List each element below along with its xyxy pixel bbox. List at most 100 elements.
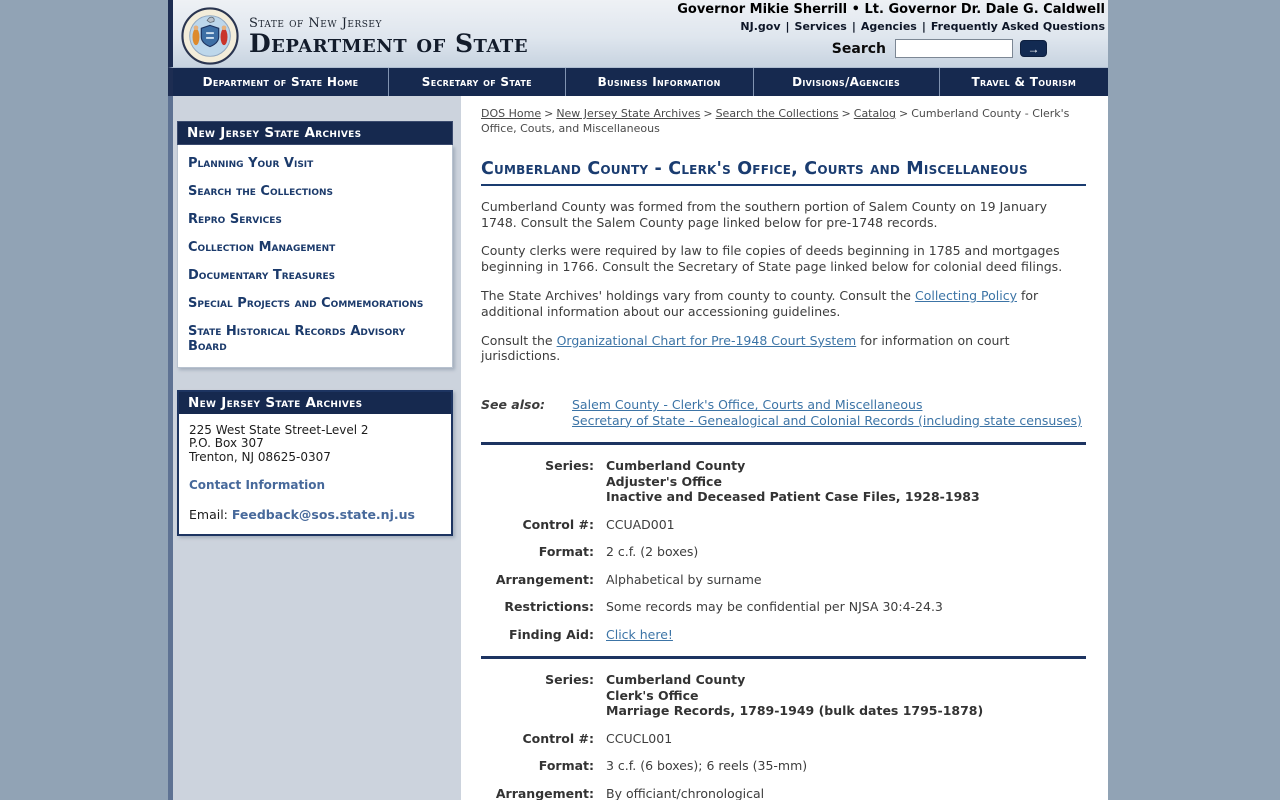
series-title-row: Series: Cumberland County Adjuster's Off…: [481, 458, 1086, 505]
nav-tab-travel-tourism[interactable]: Travel & Tourism: [940, 68, 1108, 96]
series-title-line: Clerk's Office: [606, 687, 699, 703]
sidebar-item-collection-management[interactable]: Collection Management: [188, 240, 442, 256]
field-value: 3 c.f. (6 boxes); 6 reels (35-mm): [606, 758, 808, 774]
series-record-2: Series: Cumberland County Clerk's Office…: [481, 672, 1086, 800]
see-also-secretary-of-state-link[interactable]: Secretary of State - Genealogical and Co…: [572, 413, 1082, 429]
series-title-line: Marriage Records, 1789-1949 (bulk dates …: [606, 703, 984, 719]
breadcrumb-state-archives[interactable]: New Jersey State Archives: [556, 107, 700, 120]
series-label: Series:: [545, 672, 594, 688]
field-label: Restrictions:: [504, 599, 594, 615]
see-also-salem-county-link[interactable]: Salem County - Clerk's Office, Courts an…: [572, 397, 1082, 413]
finding-aid-link[interactable]: Click here!: [606, 627, 673, 642]
field-label: Control #:: [522, 730, 595, 746]
text: The State Archives' holdings vary from c…: [481, 287, 915, 303]
sidebar-item-historical-records-board[interactable]: State Historical Records Advisory Board: [188, 324, 442, 355]
format-row: Format: 2 c.f. (2 boxes): [481, 544, 1086, 560]
sidebar-contact-body: 225 West State Street-Level 2 P.O. Box 3…: [179, 414, 451, 534]
search-go-button[interactable]: →: [1020, 40, 1047, 57]
separator: >: [841, 107, 851, 120]
field-label: Control #:: [522, 516, 595, 532]
field-value: CCUAD001: [606, 516, 675, 532]
field-label: Finding Aid:: [508, 626, 594, 642]
site-header: State of New Jersey Department of State …: [168, 0, 1108, 67]
nj-state-seal-icon: [181, 6, 239, 65]
separator: |: [851, 20, 856, 33]
breadcrumb: DOS Home > New Jersey State Archives > Searc…: [481, 106, 1086, 137]
arrangement-row: Arrangement: By officiant/chronological: [481, 786, 1086, 800]
sidebar-contact-title: New Jersey State Archives: [179, 391, 451, 414]
intro-paragraph-2: County clerks were required by law to fi…: [481, 243, 1063, 275]
separator: >: [899, 107, 909, 120]
main-content: DOS Home > New Jersey State Archives > Searc…: [461, 96, 1108, 800]
quick-link-services[interactable]: Services: [795, 20, 847, 33]
brand-text: State of New Jersey Department of State: [249, 16, 528, 56]
series-divider: [481, 656, 1086, 660]
breadcrumb-catalog[interactable]: Catalog: [854, 107, 896, 120]
email-link[interactable]: Feedback@sos.state.nj.us: [232, 507, 415, 522]
sidebar: New Jersey State Archives Planning Your …: [173, 96, 461, 800]
search-input[interactable]: [895, 39, 1013, 58]
search-label: Search: [831, 40, 886, 57]
arrow-right-icon: →: [1027, 41, 1040, 56]
separator: >: [544, 107, 554, 120]
breadcrumb-dos-home[interactable]: DOS Home: [481, 107, 541, 120]
nav-tab-dos-home[interactable]: Department of State Home: [173, 68, 389, 96]
series-title-line: Cumberland County: [606, 672, 746, 688]
series-title: Cumberland County Adjuster's Office Inac…: [594, 458, 980, 505]
page: State of New Jersey Department of State …: [168, 0, 1108, 800]
series-title: Cumberland County Clerk's Office Marriag…: [594, 672, 983, 719]
sidebar-nav-title: New Jersey State Archives: [177, 121, 453, 145]
separator: |: [921, 20, 926, 33]
sidebar-item-search-the-collections[interactable]: Search the Collections: [188, 184, 442, 200]
primary-nav: Department of State Home Secretary of St…: [168, 67, 1108, 96]
search-row: Search →: [677, 39, 1105, 58]
org-chart-link[interactable]: Organizational Chart for Pre-1948 Court …: [557, 333, 857, 348]
sidebar-nav-box: New Jersey State Archives Planning Your …: [177, 121, 453, 368]
address-line: 225 West State Street-Level 2: [189, 422, 369, 437]
contact-information-link[interactable]: Contact Information: [189, 478, 325, 492]
control-number-row: Control #: CCUCL001: [481, 731, 1086, 747]
email-row: Email: Feedback@sos.state.nj.us: [189, 507, 441, 522]
nav-tab-business-information[interactable]: Business Information: [566, 68, 754, 96]
intro-paragraph-1: Cumberland County was formed from the so…: [481, 198, 1047, 230]
series-title-line: Adjuster's Office: [606, 473, 722, 489]
field-label: Format:: [538, 544, 594, 560]
restrictions-row: Restrictions: Some records may be confid…: [481, 599, 1086, 615]
sidebar-item-special-projects[interactable]: Special Projects and Commemorations: [188, 296, 442, 312]
sidebar-nav-list: Planning Your Visit Search the Collectio…: [177, 145, 453, 368]
see-also-label: See also:: [481, 397, 546, 413]
agency-name-large: Department of State: [249, 28, 529, 58]
sidebar-contact-box: New Jersey State Archives 225 West State…: [177, 389, 453, 536]
nav-tab-secretary-of-state[interactable]: Secretary of State: [389, 68, 566, 96]
intro-paragraph-4: Consult the Organizational Chart for Pre…: [481, 333, 1086, 365]
text: Consult the: [481, 332, 557, 348]
intro-paragraph-3: The State Archives' holdings vary from c…: [481, 288, 1086, 320]
department-logo[interactable]: State of New Jersey Department of State: [173, 0, 528, 67]
field-value: Alphabetical by surname: [606, 571, 762, 587]
field-value: CCUCL001: [606, 730, 673, 746]
sidebar-item-documentary-treasures[interactable]: Documentary Treasures: [188, 268, 442, 284]
header-right: Governor Mikie Sherrill • Lt. Governor D…: [677, 2, 1105, 58]
quick-link-agencies[interactable]: Agencies: [861, 20, 917, 33]
email-label: Email:: [189, 506, 232, 522]
field-value: By officiant/chronological: [606, 785, 765, 800]
field-label: Arrangement:: [495, 571, 594, 587]
series-title-row: Series: Cumberland County Clerk's Office…: [481, 672, 1086, 719]
quick-link-njgov[interactable]: NJ.gov: [740, 20, 780, 33]
field-value: 2 c.f. (2 boxes): [606, 544, 699, 560]
format-row: Format: 3 c.f. (6 boxes); 6 reels (35-mm…: [481, 758, 1086, 774]
sidebar-item-repro-services[interactable]: Repro Services: [188, 212, 442, 228]
separator: >: [703, 107, 713, 120]
quick-link-faq[interactable]: Frequently Asked Questions: [931, 20, 1105, 33]
series-divider: [481, 442, 1086, 446]
field-value: Some records may be confidential per NJS…: [606, 599, 943, 615]
nav-tab-divisions-agencies[interactable]: Divisions/Agencies: [754, 68, 940, 96]
page-title: Cumberland County - Clerk's Office, Cour…: [481, 159, 1086, 186]
field-label: Format:: [538, 758, 594, 774]
breadcrumb-search-collections[interactable]: Search the Collections: [716, 107, 839, 120]
governor-line: Governor Mikie Sherrill • Lt. Governor D…: [677, 2, 1105, 17]
sidebar-item-planning-your-visit[interactable]: Planning Your Visit: [188, 156, 442, 172]
finding-aid-row: Finding Aid: Click here!: [481, 627, 1086, 643]
collecting-policy-link[interactable]: Collecting Policy: [915, 288, 1017, 303]
arrangement-row: Arrangement: Alphabetical by surname: [481, 572, 1086, 588]
